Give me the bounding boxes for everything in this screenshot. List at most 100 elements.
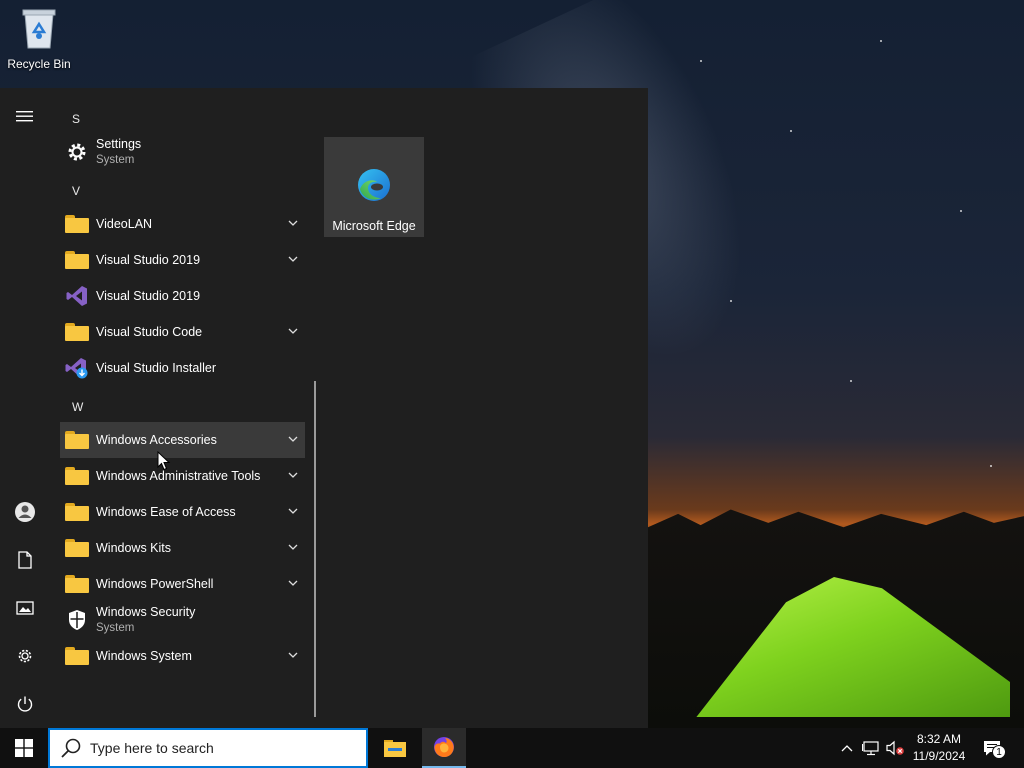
app-item-label: Windows Accessories bbox=[96, 433, 217, 447]
taskbar-firefox[interactable] bbox=[422, 728, 466, 768]
chevron-down-icon bbox=[288, 544, 298, 550]
start-button[interactable] bbox=[0, 728, 48, 768]
windows-logo-icon bbox=[15, 739, 33, 757]
app-item-label: Windows Kits bbox=[96, 541, 172, 555]
settings-rail-button[interactable] bbox=[0, 636, 50, 676]
gear-icon bbox=[18, 649, 32, 663]
section-header-s[interactable]: S bbox=[72, 112, 80, 126]
section-header-w[interactable]: W bbox=[72, 400, 83, 414]
firefox-icon bbox=[434, 737, 454, 758]
notification-count-badge: 1 bbox=[992, 745, 1006, 759]
tile-microsoft-edge[interactable]: Microsoft Edge bbox=[324, 137, 424, 237]
chevron-down-icon bbox=[288, 508, 298, 514]
app-list-scrollbar[interactable] bbox=[314, 381, 316, 717]
app-item-windows-administrative-tools[interactable]: Windows Administrative Tools bbox=[60, 458, 305, 494]
app-item-label: Visual Studio 2019 bbox=[96, 253, 201, 267]
power-icon bbox=[17, 696, 33, 712]
app-item-windows-ease-of-access[interactable]: Windows Ease of Access bbox=[60, 494, 305, 530]
app-item-label: Visual Studio Code bbox=[96, 325, 203, 339]
taskbar: 8:32 AM 11/9/2024 1 bbox=[0, 728, 1024, 768]
app-item-label: Visual Studio 2019 bbox=[96, 289, 201, 303]
visual-studio-icon bbox=[62, 284, 92, 308]
folder-icon bbox=[62, 572, 92, 596]
documents-button[interactable] bbox=[0, 540, 50, 580]
app-item-windows-kits[interactable]: Windows Kits bbox=[60, 530, 305, 566]
expand-menu-button[interactable] bbox=[0, 96, 50, 136]
chevron-up-icon bbox=[841, 745, 853, 752]
app-list: S Settings System V VideoLAN Visual Studi… bbox=[50, 88, 310, 728]
app-item-label: Windows Security bbox=[96, 605, 196, 619]
search-icon bbox=[61, 738, 81, 758]
recycle-bin-icon bbox=[22, 9, 56, 49]
taskbar-clock[interactable]: 8:32 AM 11/9/2024 bbox=[904, 728, 974, 768]
folder-icon bbox=[62, 212, 92, 236]
recycle-bin-label: Recycle Bin bbox=[7, 57, 71, 71]
folder-icon bbox=[62, 248, 92, 272]
star bbox=[990, 465, 992, 467]
shield-icon bbox=[62, 608, 92, 632]
power-button[interactable] bbox=[0, 684, 50, 724]
tile-label: Microsoft Edge bbox=[332, 219, 416, 233]
app-item-windows-security[interactable]: Windows Security System bbox=[60, 602, 305, 638]
chevron-down-icon bbox=[288, 472, 298, 478]
app-item-label: Settings bbox=[96, 137, 142, 151]
folder-icon bbox=[62, 644, 92, 668]
taskbar-file-explorer[interactable] bbox=[373, 728, 417, 768]
speaker-muted-icon bbox=[886, 740, 904, 756]
taskbar-search-box[interactable] bbox=[48, 728, 368, 768]
clock-date: 11/9/2024 bbox=[912, 749, 966, 763]
app-item-visual-studio-2019[interactable]: Visual Studio 2019 bbox=[60, 278, 305, 314]
star bbox=[960, 210, 962, 212]
folder-icon bbox=[62, 320, 92, 344]
mouse-cursor-icon bbox=[157, 451, 171, 471]
show-hidden-icons-button[interactable] bbox=[838, 728, 856, 768]
edge-icon bbox=[358, 169, 390, 201]
folder-icon bbox=[62, 500, 92, 524]
visual-studio-installer-icon bbox=[62, 356, 92, 380]
app-item-sublabel: System bbox=[96, 154, 135, 166]
app-item-visual-studio-code[interactable]: Visual Studio Code bbox=[60, 314, 305, 350]
start-rail bbox=[0, 88, 50, 728]
network-status[interactable] bbox=[860, 728, 882, 768]
clock-time: 8:32 AM bbox=[916, 732, 962, 746]
app-item-windows-powershell[interactable]: Windows PowerShell bbox=[60, 566, 305, 602]
star bbox=[880, 40, 882, 42]
app-item-videolan[interactable]: VideoLAN bbox=[60, 206, 305, 242]
chevron-down-icon bbox=[288, 580, 298, 586]
star bbox=[850, 380, 852, 382]
app-item-label: Windows Ease of Access bbox=[96, 505, 236, 519]
chevron-down-icon bbox=[288, 256, 298, 262]
app-item-windows-accessories[interactable]: Windows Accessories bbox=[60, 422, 305, 458]
app-item-label: Windows PowerShell bbox=[96, 577, 214, 591]
volume-status[interactable] bbox=[884, 728, 906, 768]
start-menu: S Settings System V VideoLAN Visual Studi… bbox=[0, 88, 648, 728]
picture-icon bbox=[16, 601, 34, 615]
user-icon bbox=[15, 502, 35, 522]
search-input[interactable] bbox=[90, 740, 350, 756]
app-item-label: Visual Studio Installer bbox=[96, 361, 216, 375]
network-icon bbox=[862, 741, 879, 756]
app-item-label: Windows Administrative Tools bbox=[96, 469, 261, 483]
file-explorer-icon bbox=[384, 740, 406, 757]
app-item-visual-studio-2019-folder[interactable]: Visual Studio 2019 bbox=[60, 242, 305, 278]
hamburger-icon bbox=[16, 111, 33, 122]
recycle-bin-shortcut[interactable]: Recycle Bin bbox=[4, 6, 74, 71]
folder-icon bbox=[62, 428, 92, 452]
chevron-down-icon bbox=[288, 652, 298, 658]
app-item-settings[interactable]: Settings System bbox=[60, 134, 305, 170]
chevron-down-icon bbox=[288, 436, 298, 442]
section-header-v[interactable]: V bbox=[72, 184, 80, 198]
app-item-label: Windows System bbox=[96, 649, 192, 663]
app-item-visual-studio-installer[interactable]: Visual Studio Installer bbox=[60, 350, 305, 386]
star bbox=[790, 130, 792, 132]
app-item-label: VideoLAN bbox=[96, 217, 153, 231]
folder-icon bbox=[62, 464, 92, 488]
chevron-down-icon bbox=[288, 220, 298, 226]
user-account-button[interactable] bbox=[0, 492, 50, 532]
chevron-down-icon bbox=[288, 328, 298, 334]
pictures-button[interactable] bbox=[0, 588, 50, 628]
star bbox=[730, 300, 732, 302]
app-item-windows-system[interactable]: Windows System bbox=[60, 638, 305, 674]
star bbox=[700, 60, 702, 62]
gear-icon bbox=[62, 140, 92, 164]
